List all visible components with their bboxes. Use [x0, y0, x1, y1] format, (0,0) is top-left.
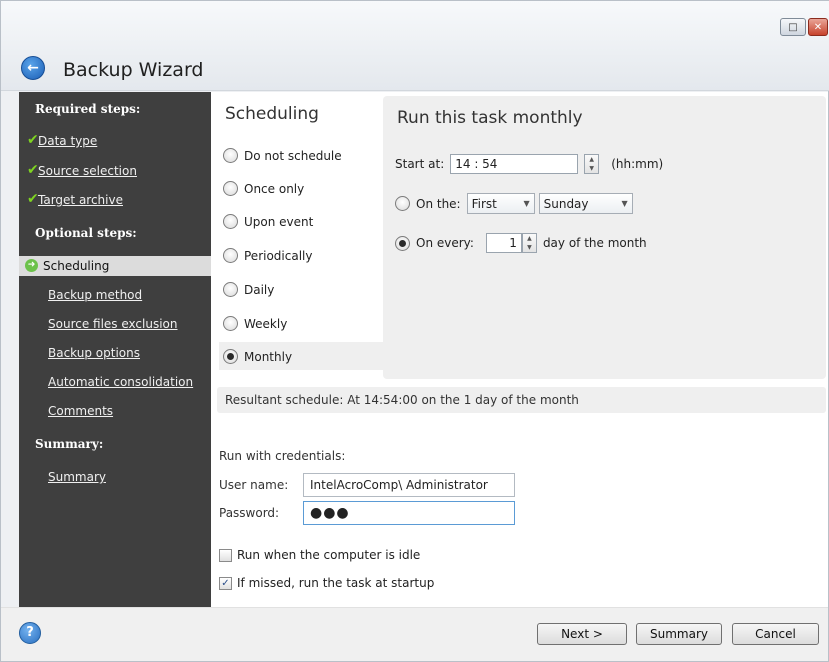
option-weekly[interactable]: Weekly	[223, 316, 287, 331]
weekday-value: Sunday	[543, 196, 589, 211]
user-name-label: User name:	[219, 478, 289, 492]
sidebar-item-backup-options[interactable]: Backup options	[48, 346, 140, 360]
sidebar-item-target-archive[interactable]: Target archive	[38, 193, 123, 207]
option-label: Weekly	[244, 316, 288, 331]
password-label: Password:	[219, 506, 280, 520]
optional-steps-heading: Optional steps:	[35, 226, 137, 240]
restore-button[interactable]: □	[780, 18, 806, 36]
sidebar-item-automatic-consolidation[interactable]: Automatic consolidation	[48, 375, 193, 389]
option-once-only[interactable]: Once only	[223, 181, 304, 196]
on-the-row: On the: First ▼ Sunday ▼	[395, 193, 633, 214]
sidebar-item-scheduling[interactable]: ➜ Scheduling	[19, 256, 211, 276]
sidebar-item-summary[interactable]: Summary	[48, 470, 106, 484]
checkmark-icon: ✔	[27, 191, 39, 207]
chevron-down-icon: ▼	[621, 199, 628, 208]
start-time-row: Start at: 14 : 54 ▲ ▼ (hh:mm)	[395, 154, 663, 174]
time-spinner[interactable]: ▲ ▼	[584, 154, 600, 174]
user-name-input[interactable]: IntelAcroComp\ Administrator	[303, 473, 515, 497]
back-arrow-icon[interactable]: ←	[21, 56, 45, 80]
required-steps-heading: Required steps:	[35, 102, 141, 116]
close-button[interactable]: ✕	[808, 18, 828, 36]
option-do-not-schedule[interactable]: Do not schedule	[223, 148, 342, 163]
radio-button[interactable]	[223, 282, 238, 297]
time-format-label: (hh:mm)	[611, 157, 664, 171]
user-name-row: User name: IntelAcroComp\ Administrator	[219, 473, 515, 497]
radio-button[interactable]	[223, 316, 238, 331]
option-daily[interactable]: Daily	[223, 282, 274, 297]
next-button[interactable]: Next >	[537, 623, 627, 645]
summary-heading: Summary:	[35, 437, 104, 451]
sidebar-item-source-selection[interactable]: Source selection	[38, 164, 137, 178]
main-content: Run this task monthly Start at: 14 : 54 …	[211, 92, 828, 607]
title-bar: □ ✕ ← Backup Wizard	[1, 1, 829, 91]
on-every-label: On every:	[416, 236, 474, 250]
idle-checkbox[interactable]	[219, 548, 232, 562]
day-suffix-label: day of the month	[542, 236, 647, 250]
missed-checkbox[interactable]: ✓	[219, 576, 232, 590]
chevron-down-icon: ▼	[523, 199, 530, 208]
sidebar-item-comments[interactable]: Comments	[48, 404, 113, 418]
resultant-schedule: Resultant schedule: At 14:54:00 on the 1…	[217, 387, 826, 413]
idle-checkbox-row[interactable]: Run when the computer is idle	[219, 548, 420, 562]
monthly-settings-panel: Run this task monthly Start at: 14 : 54 …	[383, 96, 826, 379]
radio-button[interactable]	[223, 248, 238, 263]
steps-sidebar: Required steps: ✔ Data type ✔ Source sel…	[19, 92, 211, 607]
on-every-row: On every: 1 ▲ ▼ day of the month	[395, 233, 647, 253]
week-select[interactable]: First ▼	[466, 193, 535, 214]
checkbox-label: Run when the computer is idle	[237, 548, 421, 562]
option-monthly[interactable]: Monthly	[223, 349, 292, 364]
radio-button[interactable]	[223, 214, 238, 229]
option-periodically[interactable]: Periodically	[223, 248, 312, 263]
on-the-label: On the:	[416, 196, 461, 211]
on-every-radio[interactable]	[395, 235, 410, 251]
sidebar-item-backup-method[interactable]: Backup method	[48, 288, 142, 302]
checkbox-label: If missed, run the task at startup	[237, 576, 435, 590]
option-label: Once only	[244, 181, 305, 196]
weekday-select[interactable]: Sunday ▼	[538, 193, 633, 214]
credentials-heading: Run with credentials:	[219, 449, 346, 463]
missed-checkbox-row[interactable]: ✓ If missed, run the task at startup	[219, 576, 434, 590]
week-value: First	[471, 196, 497, 211]
radio-button[interactable]	[223, 181, 238, 196]
option-label: Monthly	[244, 349, 293, 364]
checkmark-icon: ✔	[27, 162, 39, 178]
resultant-value: At 14:54:00 on the 1 day of the month	[347, 393, 579, 407]
option-label: Upon event	[244, 214, 314, 229]
footer-bar: ? Next > Summary Cancel	[1, 607, 828, 661]
cancel-button[interactable]: Cancel	[732, 623, 819, 645]
password-row: Password: ●●●	[219, 501, 515, 525]
day-spinner[interactable]: ▲ ▼	[521, 233, 537, 253]
resultant-label: Resultant schedule:	[225, 393, 344, 407]
radio-button[interactable]	[223, 148, 238, 163]
option-label: Do not schedule	[244, 148, 342, 163]
monthly-title: Run this task monthly	[397, 108, 583, 128]
help-icon[interactable]: ?	[19, 622, 41, 644]
option-label: Daily	[244, 282, 275, 297]
sidebar-item-source-files-exclusion[interactable]: Source files exclusion	[48, 317, 178, 331]
arrow-right-icon: ➜	[25, 259, 38, 272]
wizard-title: Backup Wizard	[63, 59, 204, 81]
password-input[interactable]: ●●●	[303, 501, 515, 525]
radio-button[interactable]	[223, 349, 238, 364]
summary-button[interactable]: Summary	[636, 623, 722, 645]
scheduling-title: Scheduling	[225, 104, 319, 124]
day-input[interactable]: 1	[485, 233, 522, 253]
start-time-input[interactable]: 14 : 54	[450, 154, 579, 174]
backup-wizard-window: □ ✕ ← Backup Wizard Required steps: ✔ Da…	[0, 0, 829, 662]
sidebar-item-data-type[interactable]: Data type	[38, 134, 97, 148]
on-the-radio[interactable]	[395, 196, 410, 211]
option-label: Periodically	[244, 248, 313, 263]
start-at-label: Start at:	[395, 157, 445, 171]
window-controls: □ ✕	[780, 18, 828, 36]
option-upon-event[interactable]: Upon event	[223, 214, 313, 229]
sidebar-item-label: Scheduling	[43, 259, 110, 273]
checkmark-icon: ✔	[27, 132, 39, 148]
